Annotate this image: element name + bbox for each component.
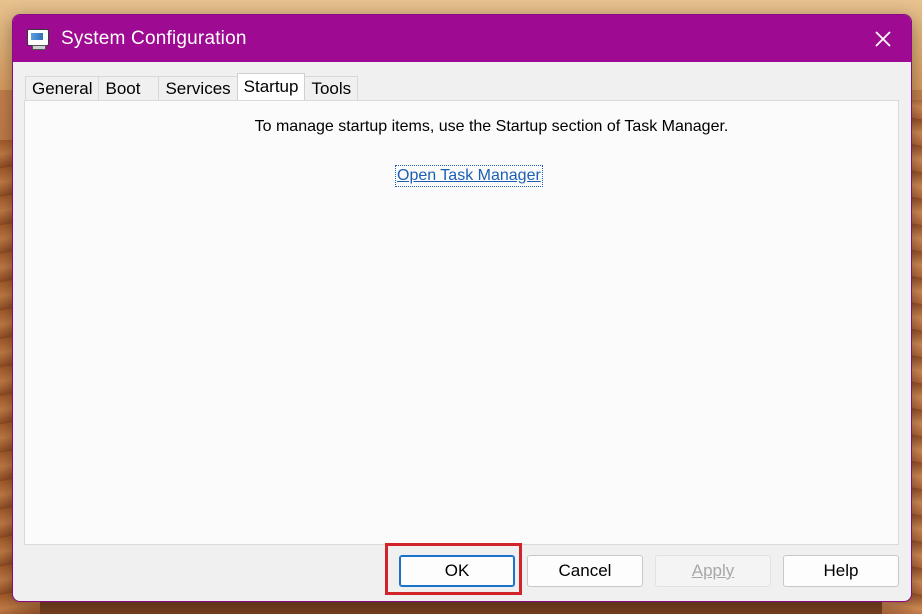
tab-startup[interactable]: Startup [236,73,306,100]
help-button[interactable]: Help [783,555,899,587]
close-icon [875,30,891,47]
open-task-manager-link[interactable]: Open Task Manager [395,165,543,187]
apply-button-label: Apply [691,561,735,580]
cancel-button[interactable]: Cancel [527,555,643,587]
system-configuration-window: System Configuration General Boot Servic… [12,14,912,602]
tab-boot[interactable]: Boot [98,76,160,100]
tab-services[interactable]: Services [158,76,238,100]
title-bar[interactable]: System Configuration [13,15,911,62]
tab-strip: General Boot Services Startup Tools [25,73,359,100]
msconfig-app-icon [27,28,49,50]
startup-message: To manage startup items, use the Startup… [254,118,729,135]
window-title: System Configuration [61,27,247,49]
apply-button[interactable]: Apply [655,555,771,587]
close-button[interactable] [855,15,911,62]
tab-general[interactable]: General [25,76,100,100]
startup-tab-panel: To manage startup items, use the Startup… [24,100,899,545]
dialog-buttons: OK Cancel Apply Help [13,553,911,593]
ok-button[interactable]: OK [399,555,515,587]
tab-tools[interactable]: Tools [304,76,359,100]
